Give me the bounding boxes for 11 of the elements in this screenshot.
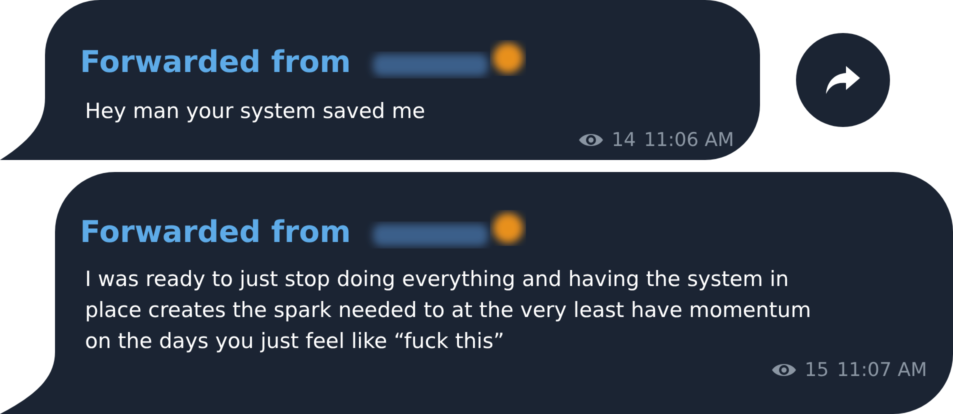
eye-icon (578, 131, 604, 149)
message-text: I was ready to just stop doing everything and having the system in place creates the spark needed to at the very least have momentum on the days you just feel like “fuck this” (84, 266, 812, 355)
forwarded-label: Forwarded from (80, 214, 351, 250)
message-time: 11:07 AM (836, 359, 927, 381)
forward-arrow-icon (824, 64, 862, 96)
message-time: 11:06 AM (644, 129, 734, 151)
forwarded-label: Forwarded from (80, 44, 351, 80)
view-count: 14 (612, 129, 636, 151)
message-text: Hey man your system saved me (84, 98, 426, 125)
eye-icon (770, 361, 797, 379)
view-count: 15 (804, 359, 829, 381)
